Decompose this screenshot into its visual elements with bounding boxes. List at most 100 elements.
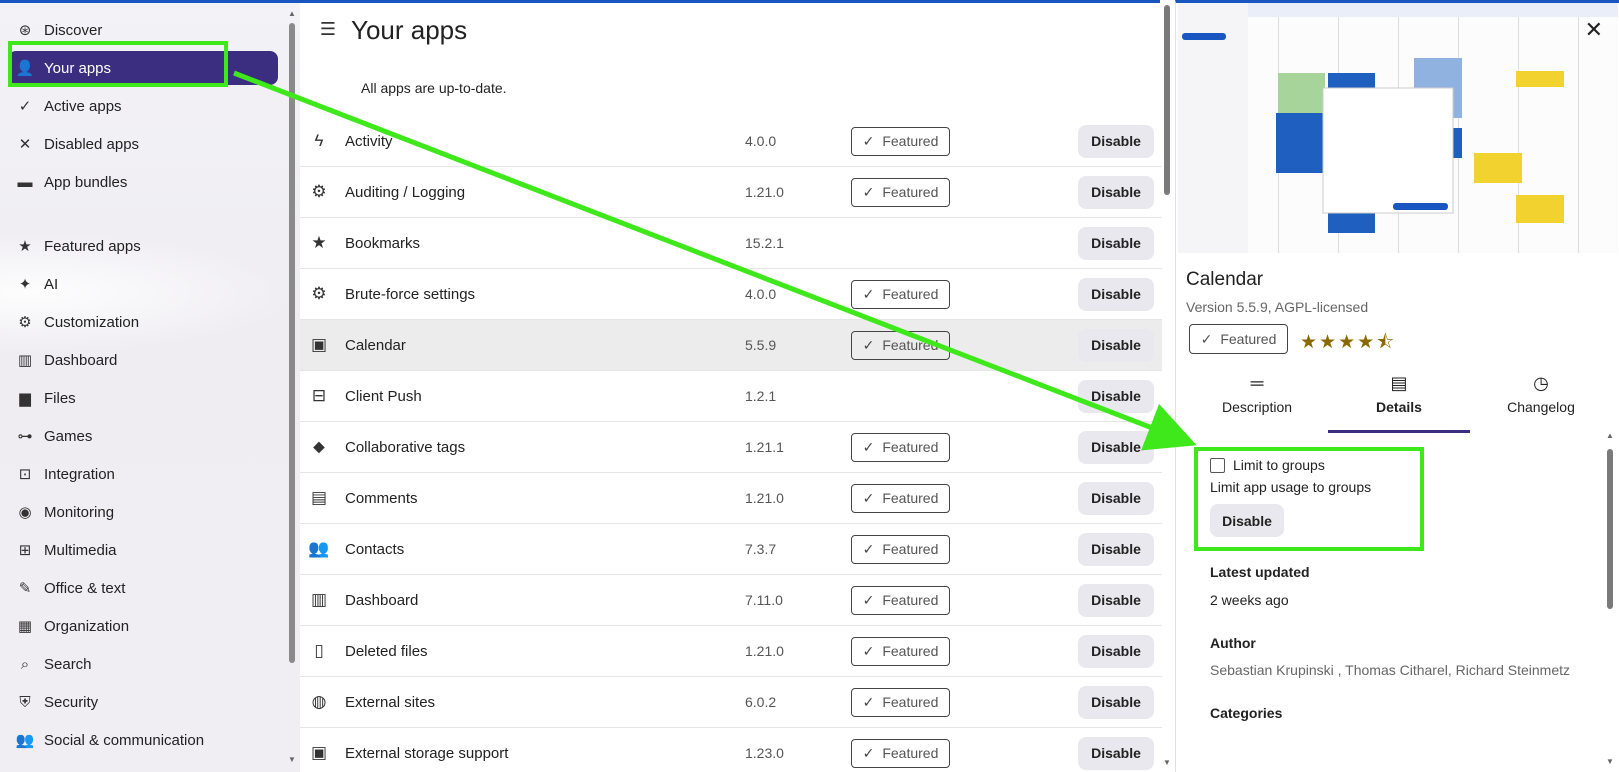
scroll-up-arrow-icon[interactable]: ▲ — [1606, 431, 1614, 440]
disable-button[interactable]: Disable — [1078, 532, 1154, 566]
sidebar-item-organization[interactable]: ▦ Organization — [8, 609, 278, 643]
app-name[interactable]: External storage support — [345, 745, 508, 762]
main-scroll-thumb[interactable] — [1164, 5, 1170, 195]
tab-details[interactable]: ▤ Details — [1328, 373, 1470, 433]
sidebar-item-label: Active apps — [44, 97, 122, 115]
featured-label: Featured — [882, 184, 939, 200]
sidebar-item-featured-apps[interactable]: ★ Featured apps — [8, 229, 278, 263]
scroll-down-arrow-icon[interactable]: ▼ — [288, 755, 296, 764]
close-details-button[interactable]: ✕ — [1585, 17, 1603, 43]
star-icon: ★ — [311, 233, 327, 252]
sidebar-item-monitoring[interactable]: ◉ Monitoring — [8, 495, 278, 529]
sidebar-item-active-apps[interactable]: ✓ Active apps — [8, 89, 278, 123]
sidebar-item-search[interactable]: ⌕ Search — [8, 647, 278, 681]
disable-button[interactable]: Disable — [1078, 685, 1154, 719]
app-row-contacts[interactable]: 👥 Contacts 7.3.7 ✓ Featured Disable — [300, 524, 1162, 575]
sidebar-item-games[interactable]: ⊶ Games — [8, 419, 278, 453]
limit-to-groups-row[interactable]: Limit to groups — [1210, 457, 1590, 473]
gear-icon: ⚙ — [311, 284, 327, 303]
details-scroll-thumb[interactable] — [1607, 449, 1613, 609]
app-name[interactable]: Deleted files — [345, 643, 428, 660]
details-disable-button[interactable]: Disable — [1210, 504, 1284, 537]
sidebar-item-your-apps[interactable]: 👤 Your apps — [8, 51, 278, 85]
app-row-external-sites[interactable]: ◍ External sites 6.0.2 ✓ Featured Disable — [300, 677, 1162, 728]
app-row-collaborative-tags[interactable]: ⬥ Collaborative tags 1.21.1 ✓ Featured Disabl… — [300, 422, 1162, 473]
app-name[interactable]: Client Push — [345, 388, 422, 405]
collapse-sidebar-button[interactable]: ☰ — [316, 17, 340, 41]
sidebar-scrollbar[interactable]: ▲ ▼ — [288, 9, 296, 764]
sidebar-item-dashboard[interactable]: ▥ Dashboard — [8, 343, 278, 377]
sparkle-icon: ✦ — [18, 276, 32, 293]
sidebar-item-files[interactable]: ▆ Files — [8, 381, 278, 415]
tab-changelog[interactable]: ◷ Changelog — [1470, 373, 1612, 433]
disable-button[interactable]: Disable — [1078, 277, 1154, 311]
sidebar-item-security[interactable]: ⛨ Security — [8, 685, 278, 719]
app-name[interactable]: Activity — [345, 133, 393, 150]
app-row-comments[interactable]: ▤ Comments 1.21.0 ✓ Featured Disable — [300, 473, 1162, 524]
user-icon: 👤 — [15, 60, 35, 77]
sidebar-item-label: Discover — [44, 21, 103, 39]
disable-button[interactable]: Disable — [1078, 175, 1154, 209]
tab-description[interactable]: ═ Description — [1186, 373, 1328, 433]
search-icon: ⌕ — [20, 655, 30, 673]
sidebar-item-discover[interactable]: ⊛ Discover — [8, 13, 278, 47]
limit-to-groups-label[interactable]: Limit to groups — [1233, 457, 1325, 473]
comment-icon: ▤ — [310, 488, 328, 507]
scroll-up-arrow-icon[interactable]: ▲ — [288, 9, 296, 18]
app-row-auditing-logging[interactable]: ⚙ Auditing / Logging 1.21.0 ✓ Featured Disabl… — [300, 167, 1162, 218]
app-name[interactable]: Dashboard — [345, 592, 418, 609]
sidebar-item-office-text[interactable]: ✎ Office & text — [8, 571, 278, 605]
updated-value: 2 weeks ago — [1210, 592, 1289, 608]
disable-button[interactable]: Disable — [1078, 481, 1154, 515]
app-name[interactable]: Auditing / Logging — [345, 184, 465, 201]
disable-button[interactable]: Disable — [1078, 736, 1154, 770]
app-name[interactable]: Contacts — [345, 541, 404, 558]
app-name[interactable]: Brute-force settings — [345, 286, 475, 303]
document-icon: ▤ — [1390, 373, 1408, 393]
disable-button[interactable]: Disable — [1078, 328, 1154, 362]
featured-label: Featured — [882, 286, 939, 302]
app-name[interactable]: Collaborative tags — [345, 439, 465, 456]
app-row-client-push[interactable]: ⊟ Client Push 1.2.1 Disable — [300, 371, 1162, 422]
scroll-down-arrow-icon[interactable]: ▼ — [1163, 758, 1171, 767]
app-details-panel: ✕ Calendar Version 5.5.9, AGPL-licensed … — [1175, 0, 1619, 772]
app-row-bookmarks[interactable]: ★ Bookmarks 15.2.1 Disable — [300, 218, 1162, 269]
sidebar-item-customization[interactable]: ⚙ Customization — [8, 305, 278, 339]
details-featured-badge: ✓ Featured — [1189, 324, 1288, 354]
sidebar-item-label: Disabled apps — [44, 135, 140, 153]
app-name[interactable]: Comments — [345, 490, 418, 507]
sidebar-item-integration[interactable]: ⊡ Integration — [8, 457, 278, 491]
sidebar-item-label: Monitoring — [44, 503, 115, 521]
app-row-activity[interactable]: ϟ Activity 4.0.0 ✓ Featured Disable — [300, 116, 1162, 167]
app-row-calendar[interactable]: ▣ Calendar 5.5.9 ✓ Featured Disable — [300, 320, 1162, 371]
disable-button[interactable]: Disable — [1078, 124, 1154, 158]
sidebar-scroll-thumb[interactable] — [289, 23, 295, 663]
limit-to-groups-checkbox[interactable] — [1210, 457, 1225, 473]
app-row-deleted-files[interactable]: ▯ Deleted files 1.21.0 ✓ Featured Disable — [300, 626, 1162, 677]
scroll-down-arrow-icon[interactable]: ▼ — [1606, 757, 1614, 766]
details-body: Limit to groups Limit app usage to group… — [1210, 451, 1590, 721]
disable-button[interactable]: Disable — [1078, 226, 1154, 260]
disable-button[interactable]: Disable — [1078, 583, 1154, 617]
sidebar-item-ai[interactable]: ✦ AI — [8, 267, 278, 301]
sidebar-item-social-communication[interactable]: 👥 Social & communication — [8, 723, 278, 757]
disable-button[interactable]: Disable — [1078, 379, 1154, 413]
gear-icon: ⚙ — [311, 182, 327, 201]
app-name[interactable]: Calendar — [345, 337, 406, 354]
sidebar-item-disabled-apps[interactable]: ✕ Disabled apps — [8, 127, 278, 161]
app-row-brute-force-settings[interactable]: ⚙ Brute-force settings 4.0.0 ✓ Featured Disab… — [300, 269, 1162, 320]
featured-badge: ✓ Featured — [851, 279, 950, 309]
sidebar-item-label: Files — [44, 389, 76, 407]
app-name[interactable]: External sites — [345, 694, 435, 711]
sidebar-item-app-bundles[interactable]: ▬ App bundles — [8, 165, 278, 199]
app-name[interactable]: Bookmarks — [345, 235, 420, 252]
disable-button[interactable]: Disable — [1078, 634, 1154, 668]
sidebar-item-multimedia[interactable]: ⊞ Multimedia — [8, 533, 278, 567]
categories-heading: Categories — [1210, 705, 1283, 721]
disable-button[interactable]: Disable — [1078, 430, 1154, 464]
details-scrollbar[interactable]: ▲ ▼ — [1606, 431, 1614, 766]
app-row-dashboard[interactable]: ▥ Dashboard 7.11.0 ✓ Featured Disable — [300, 575, 1162, 626]
app-row-external-storage-support[interactable]: ▣ External storage support 1.23.0 ✓ Featured… — [300, 728, 1162, 772]
tab-label: Description — [1221, 399, 1293, 415]
main-scrollbar[interactable]: ▼ — [1162, 5, 1172, 767]
